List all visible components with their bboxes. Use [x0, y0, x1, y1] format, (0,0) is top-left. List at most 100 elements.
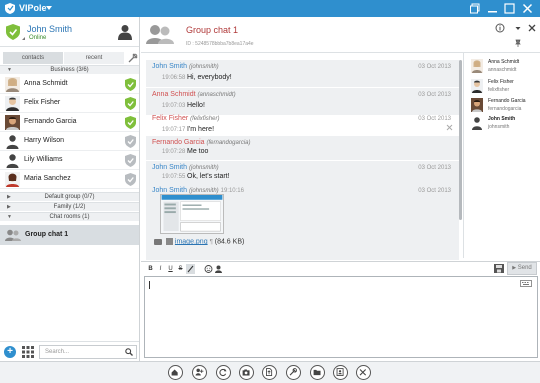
home-icon[interactable] — [168, 365, 183, 380]
italic-button[interactable]: I — [156, 264, 165, 274]
message-sender: John Smith (johnsmith) — [152, 164, 219, 171]
attachment-row: image.png ¶ (84.6 KB) — [154, 238, 244, 245]
group-label: Default group (0/7) — [44, 194, 95, 200]
close-chat-icon[interactable] — [527, 23, 537, 33]
title-bar: VIPole — [0, 0, 540, 17]
expand-arrow-icon: ▶ — [7, 194, 11, 200]
member-avatar — [471, 79, 483, 93]
editor-toolbar: B I U S ▶ Send — [141, 261, 540, 275]
search-icon[interactable] — [125, 348, 133, 356]
message-input[interactable] — [144, 276, 538, 358]
group-chat-avatar-icon — [146, 25, 174, 44]
message-item: Felix Fisher (felixfisher) 03 Oct 2013 1… — [146, 112, 459, 139]
contact-name: Anna Schmidt — [24, 80, 68, 87]
restore-icon[interactable] — [469, 2, 482, 15]
attachment-size: (84.6 KB) — [214, 238, 245, 246]
app-menu-caret-icon[interactable] — [46, 6, 52, 10]
message-sender: Fernando Garcia (fernandogarcia) — [152, 139, 251, 146]
contact-item[interactable]: Felix Fisher — [0, 94, 139, 113]
emoji-icon[interactable] — [204, 264, 213, 274]
member-item[interactable]: Anna Schmidt annaschmidt — [464, 57, 540, 79]
member-name: John Smith — [488, 116, 516, 122]
pin-icon[interactable] — [514, 39, 522, 47]
message-scrollbar[interactable] — [459, 60, 462, 220]
tab-recent[interactable]: recent — [64, 52, 124, 64]
group-header-chatrooms[interactable]: ▼ Chat rooms (1) — [0, 212, 139, 221]
collapse-arrow-icon: ▼ — [7, 67, 12, 73]
member-nick: felixfisher — [488, 87, 510, 93]
message-list: John Smith (johnsmith) 03 Oct 2013 19:06… — [146, 60, 459, 260]
verified-shield-icon — [125, 116, 136, 129]
send-button[interactable]: ▶ Send — [507, 262, 537, 275]
member-item[interactable]: John Smith johnsmith — [464, 114, 540, 136]
image-thumbnail[interactable] — [160, 194, 224, 234]
chat-menu-caret-icon[interactable] — [513, 23, 523, 33]
message-time: 19:07:03 — [162, 103, 186, 109]
left-bottom-bar: + Search... — [0, 341, 139, 361]
profile-avatar-icon[interactable] — [118, 24, 132, 40]
add-contact-button[interactable]: + — [4, 346, 16, 358]
keyboard-icon[interactable] — [520, 280, 532, 287]
profile-name[interactable]: John Smith — [27, 24, 72, 34]
close-icon[interactable] — [521, 2, 534, 15]
tools-icon[interactable] — [356, 365, 371, 380]
save-history-icon[interactable] — [494, 264, 504, 273]
message-item: John Smith (johnsmith) 03 Oct 2013 19:06… — [146, 60, 459, 87]
message-text: I'm here! — [187, 126, 215, 133]
message-date: 03 Oct 2013 — [418, 188, 451, 194]
grid-view-icon[interactable] — [22, 346, 34, 358]
group-header-default[interactable]: ▶ Default group (0/7) — [0, 192, 139, 201]
refresh-icon[interactable] — [216, 365, 231, 380]
contact-item[interactable]: Lily Williams — [0, 151, 139, 170]
info-icon[interactable] — [495, 23, 505, 33]
message-time: 19:07:55 — [162, 174, 186, 180]
message-text: Me too — [187, 148, 209, 155]
message-date: 03 Oct 2013 — [418, 165, 451, 171]
contact-item[interactable]: Fernando Garcia — [0, 113, 139, 132]
contact-item[interactable]: Harry Wilson — [0, 132, 139, 151]
attachment-link-icon: ¶ — [209, 239, 213, 246]
tab-contacts[interactable]: contacts — [3, 52, 63, 64]
status-menu-caret-icon[interactable] — [22, 37, 25, 40]
vipole-logo-icon — [5, 3, 15, 14]
settings-icon[interactable] — [286, 365, 301, 380]
contact-item[interactable]: Maria Sanchez — [0, 170, 139, 189]
bold-button[interactable]: B — [146, 264, 155, 274]
profile-status: Online — [29, 35, 47, 41]
contact-name: Harry Wilson — [24, 137, 65, 144]
attachment-filename[interactable]: image.png — [175, 238, 208, 245]
message-date: 03 Oct 2013 — [418, 64, 451, 70]
unverified-shield-icon — [125, 173, 136, 186]
maximize-icon[interactable] — [503, 2, 516, 15]
search-input[interactable]: Search... — [39, 345, 137, 359]
minimize-icon[interactable] — [486, 2, 499, 15]
tools-icon[interactable] — [128, 53, 138, 63]
contact-share-icon[interactable] — [214, 264, 223, 274]
members-panel: Anna Schmidt annaschmidt Felix Fisher fe… — [463, 53, 540, 258]
send-arrow-icon: ▶ — [512, 265, 517, 271]
message-time: 19:07:28 — [162, 149, 186, 155]
underline-button[interactable]: U — [166, 264, 175, 274]
camera-icon[interactable] — [239, 365, 254, 380]
message-item: Fernando Garcia (fernandogarcia) 19:07:2… — [146, 136, 459, 160]
contact-item[interactable]: Anna Schmidt — [0, 75, 139, 94]
chatroom-item[interactable]: Group chat 1 — [0, 225, 139, 245]
folder-icon[interactable] — [310, 365, 325, 380]
contacts-book-icon[interactable] — [333, 365, 348, 380]
group-header-family[interactable]: ▶ Family (1/2) — [0, 202, 139, 211]
add-contact-icon[interactable] — [192, 365, 207, 380]
message-text: Hi, everybody! — [187, 74, 232, 81]
verified-shield-icon — [6, 24, 20, 40]
folder-icon[interactable] — [154, 238, 162, 245]
group-header-business[interactable]: ▼ Business (3/6) — [0, 65, 139, 74]
save-file-icon[interactable] — [165, 238, 173, 245]
member-avatar — [471, 59, 483, 73]
strikethrough-button[interactable]: S — [176, 264, 185, 274]
member-name: Fernando Garcia — [488, 98, 526, 104]
member-nick: johnsmith — [488, 124, 510, 130]
delete-message-icon[interactable] — [446, 124, 453, 131]
left-panel: John Smith Online contacts recent ▼ Busi… — [0, 17, 140, 361]
upload-file-icon[interactable] — [262, 365, 277, 380]
text-color-icon[interactable] — [186, 264, 195, 274]
contact-name: Lily Williams — [24, 156, 63, 163]
